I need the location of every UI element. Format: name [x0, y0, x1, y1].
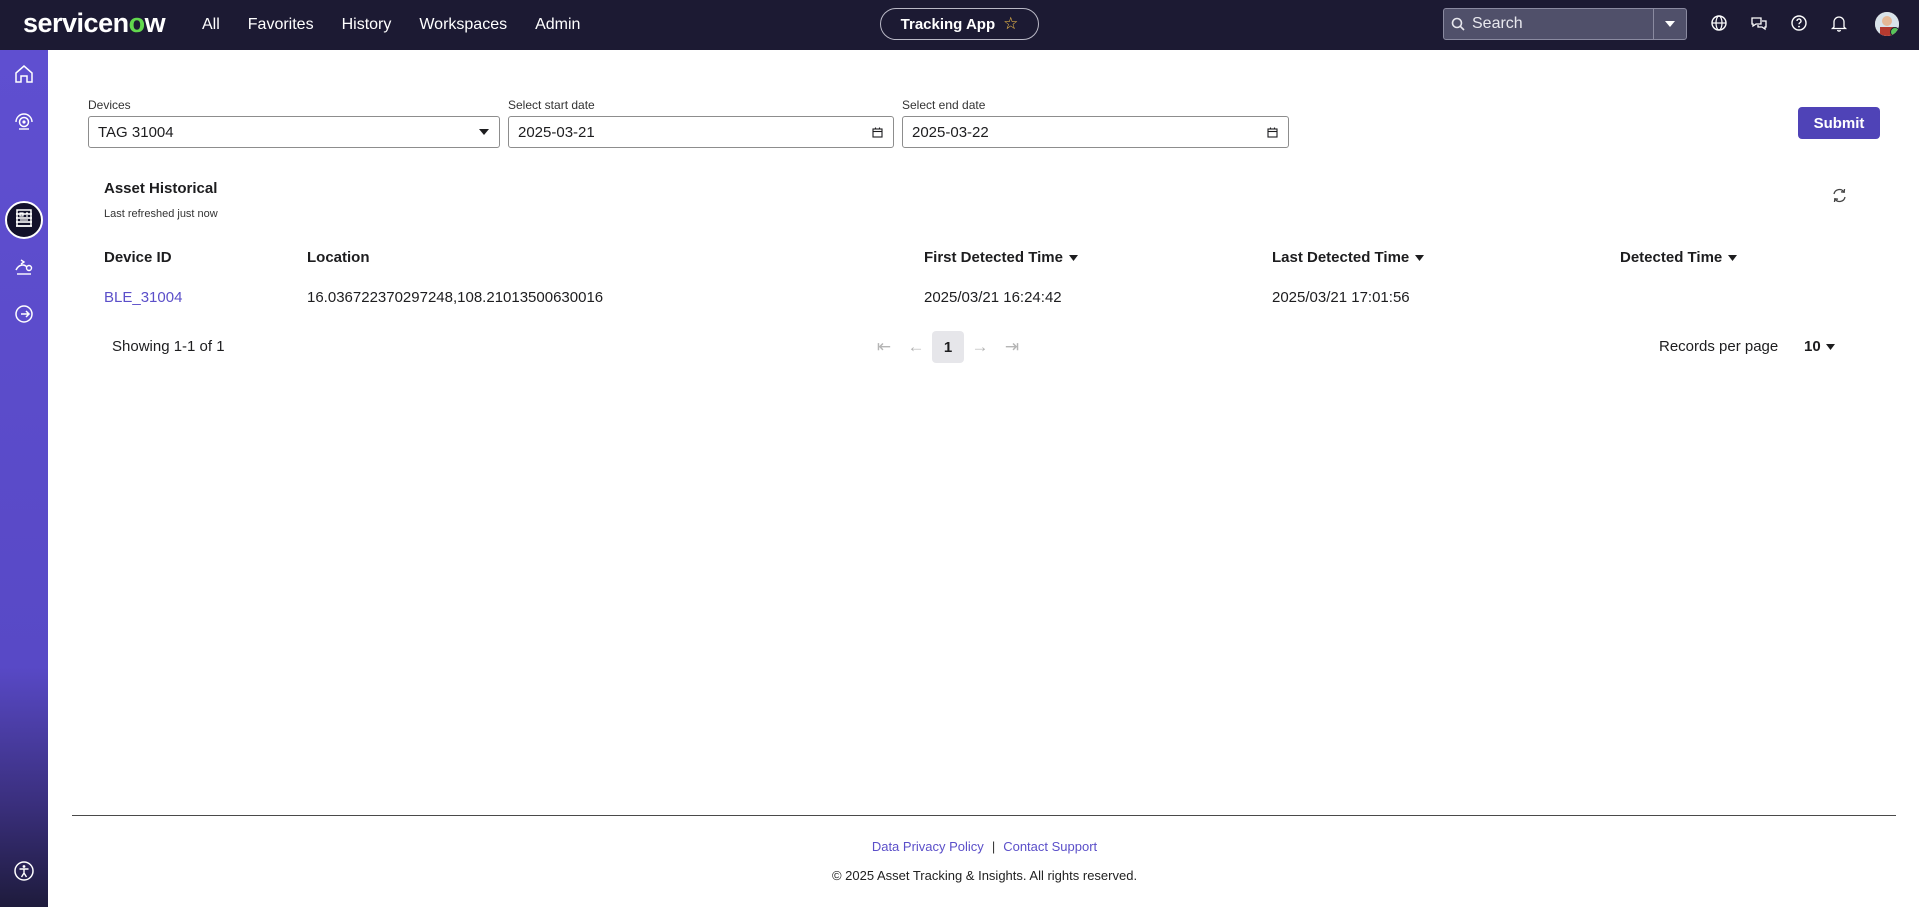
logo-text-end: w	[144, 8, 166, 38]
pagination: ⇤ ← 1 → ⇥	[868, 331, 1028, 363]
route-icon[interactable]	[11, 253, 37, 279]
end-date-value: 2025-03-22	[912, 123, 989, 141]
devices-select[interactable]: TAG 31004	[88, 116, 500, 148]
nav-admin[interactable]: Admin	[535, 16, 580, 34]
nav-workspaces[interactable]: Workspaces	[419, 16, 507, 34]
last-detected-cell: 2025/03/21 17:01:56	[1272, 289, 1410, 306]
nav-history[interactable]: History	[342, 16, 392, 34]
nav-favorites[interactable]: Favorites	[248, 16, 314, 34]
footer-links: Data Privacy Policy | Contact Support	[0, 839, 1919, 854]
calendar-icon[interactable]	[872, 117, 883, 147]
search-scope-dropdown[interactable]	[1653, 9, 1686, 39]
logo-o: o	[128, 8, 146, 38]
refresh-icon[interactable]	[1831, 187, 1848, 209]
main-nav: All Favorites History Workspaces Admin	[202, 0, 608, 50]
logo-text: servicen	[23, 8, 129, 38]
sort-down-icon	[1415, 254, 1425, 261]
column-label: Location	[307, 249, 370, 266]
star-icon[interactable]: ☆	[1003, 14, 1018, 34]
end-date-field[interactable]: 2025-03-22	[902, 116, 1289, 148]
contact-support-link[interactable]: Contact Support	[1003, 839, 1097, 854]
app-title-pill[interactable]: Tracking App ☆	[880, 8, 1039, 40]
logout-icon[interactable]	[11, 301, 37, 327]
search-icon	[1444, 17, 1472, 31]
records-per-page-select[interactable]: 10	[1804, 338, 1835, 355]
search-input[interactable]: Search	[1472, 15, 1653, 33]
bell-icon[interactable]	[1830, 14, 1848, 32]
prev-page-icon[interactable]: ←	[900, 331, 932, 363]
start-date-label: Select start date	[508, 98, 595, 112]
help-icon[interactable]	[1790, 14, 1808, 32]
footer-separator: |	[991, 839, 996, 854]
location-cell: 16.036722370297248,108.21013500630016	[307, 289, 604, 306]
device-id-link[interactable]: BLE_31004	[104, 289, 182, 306]
column-header-first-detected[interactable]: First Detected Time	[924, 249, 1078, 266]
column-label: First Detected Time	[924, 249, 1063, 266]
home-icon[interactable]	[11, 61, 37, 87]
calendar-icon[interactable]	[1267, 117, 1278, 147]
table-title: Asset Historical	[104, 180, 218, 197]
sort-down-icon	[1728, 254, 1738, 261]
column-label: Device ID	[104, 249, 172, 266]
records-per-page-label: Records per page	[1659, 338, 1779, 355]
column-label: Last Detected Time	[1272, 249, 1410, 266]
chat-icon[interactable]	[1750, 14, 1768, 32]
footer-divider	[72, 815, 1896, 816]
first-detected-cell: 2025/03/21 16:24:42	[924, 289, 1062, 306]
column-header-detected-time[interactable]: Detected Time	[1620, 249, 1738, 266]
last-refreshed-text: Last refreshed just now	[104, 208, 218, 220]
submit-button[interactable]: Submit	[1798, 107, 1880, 139]
servicenow-logo[interactable]: servicenow	[23, 8, 166, 39]
devices-label: Devices	[88, 98, 131, 112]
chevron-down-icon	[1825, 343, 1835, 350]
devices-value: TAG 31004	[98, 123, 174, 141]
sort-down-icon	[1068, 254, 1078, 261]
column-header-device-id[interactable]: Device ID	[104, 249, 172, 266]
nav-all[interactable]: All	[202, 16, 220, 34]
agent-icon[interactable]	[11, 109, 37, 135]
first-page-icon[interactable]: ⇤	[868, 331, 900, 363]
column-label: Detected Time	[1620, 249, 1723, 266]
privacy-policy-link[interactable]: Data Privacy Policy	[872, 839, 984, 854]
showing-count: Showing 1-1 of 1	[112, 338, 225, 355]
next-page-icon[interactable]: →	[964, 331, 996, 363]
left-sidebar	[0, 50, 48, 907]
page-button-1[interactable]: 1	[932, 331, 964, 363]
chevron-down-icon	[479, 117, 489, 147]
column-header-last-detected[interactable]: Last Detected Time	[1272, 249, 1425, 266]
global-search[interactable]: Search	[1443, 8, 1687, 40]
records-per-page-value: 10	[1804, 338, 1821, 355]
globe-icon[interactable]	[1710, 14, 1728, 32]
end-date-label: Select end date	[902, 98, 986, 112]
top-navigation-bar: servicenow All Favorites History Workspa…	[0, 0, 1919, 50]
building-icon[interactable]	[11, 205, 37, 231]
status-online-dot	[1890, 27, 1899, 36]
start-date-value: 2025-03-21	[518, 123, 595, 141]
column-header-location[interactable]: Location	[307, 249, 370, 266]
app-title: Tracking App	[900, 15, 996, 33]
avatar[interactable]	[1875, 12, 1899, 36]
start-date-field[interactable]: 2025-03-21	[508, 116, 894, 148]
last-page-icon[interactable]: ⇥	[996, 331, 1028, 363]
copyright-text: © 2025 Asset Tracking & Insights. All ri…	[831, 868, 1138, 883]
